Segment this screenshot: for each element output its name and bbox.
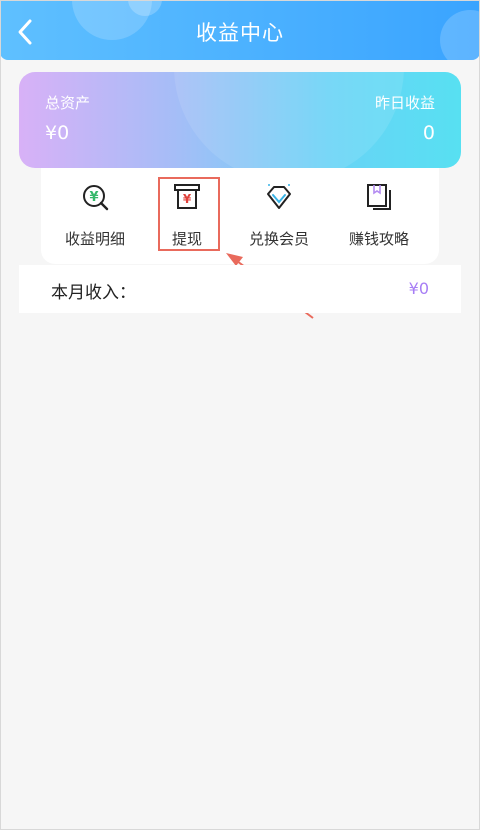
monthly-income-value: ¥0 bbox=[408, 279, 429, 298]
monthly-income-label: 本月收入： bbox=[51, 283, 136, 303]
monthly-income-row: 本月收入： ¥0 bbox=[19, 265, 461, 313]
